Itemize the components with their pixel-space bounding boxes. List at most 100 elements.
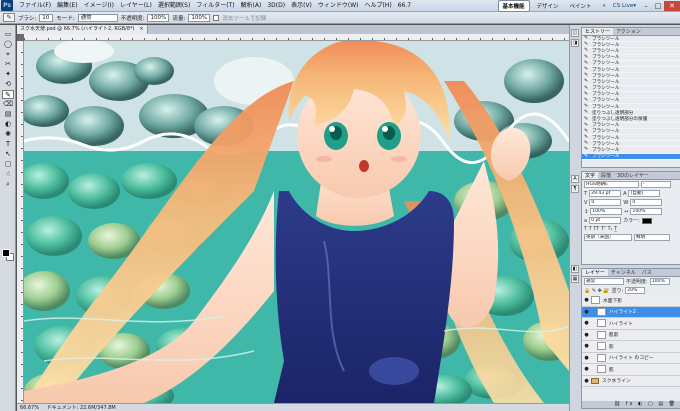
cs-live-button[interactable]: CS Live▾ [613, 3, 636, 9]
eye-icon[interactable]: ● [582, 366, 591, 372]
tracking-field[interactable]: 0 [630, 199, 663, 206]
blend-mode-select[interactable]: 通常 [584, 278, 624, 285]
status-zoom[interactable]: 66.67% [20, 405, 39, 411]
lasso-tool-icon[interactable]: ◯ [2, 40, 14, 49]
leading-field[interactable]: (自動) [628, 190, 661, 197]
lock-icons[interactable]: 🔒 ✎ ✥ 🔐 [584, 288, 610, 294]
vertical-ruler[interactable] [17, 41, 24, 403]
eye-icon[interactable]: ● [582, 343, 591, 349]
zoom-tool-icon[interactable]: ⌕ [2, 180, 14, 189]
layer-row[interactable]: ● ハイライト [582, 318, 680, 330]
font-style-select[interactable]: - [641, 181, 671, 188]
hand-tool-icon[interactable]: ☝ [2, 170, 14, 179]
canvas[interactable] [24, 41, 569, 403]
workspace-more-button[interactable]: » [599, 2, 610, 10]
type-tool-icon[interactable]: T [2, 140, 14, 149]
pen-tool-icon[interactable]: ✺ [2, 130, 14, 139]
document-tab-close-icon[interactable]: × [139, 25, 143, 34]
layer-row[interactable]: ● 肌影 [582, 329, 680, 341]
horizontal-ruler[interactable] [24, 34, 569, 41]
font-size-field[interactable]: 29.43 pt [589, 190, 622, 197]
tab-3d-layer[interactable]: 3Dのレイヤー [614, 172, 652, 179]
close-icon[interactable]: ✕ [664, 0, 680, 11]
layer-row[interactable]: ● 影 [582, 341, 680, 353]
document-tab[interactable]: スク水天使.psd @ 66.7% (ハイライト2, RGB/8*) × [17, 25, 148, 34]
eye-icon[interactable]: ● [582, 332, 591, 338]
language-select[interactable]: 英語（米国） [584, 234, 632, 241]
opacity-field[interactable]: 100% [147, 13, 170, 22]
menu-window[interactable]: ウィンドウ(W) [315, 0, 362, 12]
paragraph-panel-icon[interactable]: ¶ [571, 185, 579, 193]
baseline-shift-field[interactable]: 0 pt [589, 217, 622, 224]
eye-icon[interactable]: ● [582, 355, 591, 361]
menu-image[interactable]: イメージ(I) [81, 0, 117, 12]
menu-file[interactable]: ファイル(F) [16, 0, 54, 12]
eye-icon[interactable]: ● [582, 309, 591, 315]
history-brush-tool-icon[interactable]: ⟲ [2, 80, 14, 89]
workspace-design-button[interactable]: デザイン [533, 1, 563, 11]
quick-select-tool-icon[interactable]: ⌖ [2, 50, 14, 59]
horizontal-scale-field[interactable]: 100% [630, 208, 663, 215]
layer-fill-field[interactable]: 20% [625, 287, 646, 294]
crop-tool-icon[interactable]: ✂ [2, 60, 14, 69]
anti-alias-select[interactable]: 鮮明 [634, 234, 670, 241]
menu-view[interactable]: 表示(V) [288, 0, 315, 12]
tab-layers[interactable]: レイヤー [582, 269, 608, 276]
menu-3d[interactable]: 3D(D) [264, 0, 288, 12]
dodge-tool-icon[interactable]: ◐ [2, 120, 14, 129]
vertical-scale-field[interactable]: 100% [590, 208, 623, 215]
path-select-tool-icon[interactable]: ↖ [2, 150, 14, 159]
mode-select[interactable]: 通常 [77, 13, 118, 22]
history-panel-icon[interactable]: ◫ [571, 29, 579, 37]
menu-filter[interactable]: フィルター(T) [193, 0, 237, 12]
brush-tool-icon[interactable]: ✎ [2, 90, 14, 99]
layers-panel-icon[interactable]: ◧ [571, 265, 579, 273]
layer-row[interactable]: ● スク水ライン [582, 375, 680, 387]
shape-tool-icon[interactable]: ▢ [2, 160, 14, 169]
maximize-icon[interactable]: □ [652, 1, 664, 11]
history-item[interactable]: ✎ ブラシツール [582, 153, 680, 160]
foreground-color-swatch[interactable] [2, 249, 10, 257]
tab-paths[interactable]: パス [639, 269, 655, 276]
minimize-icon[interactable]: – [640, 1, 652, 11]
menu-help[interactable]: ヘルプ(H) [362, 0, 395, 12]
text-style-buttons-icon[interactable]: T T TT Tᵀ T₁ T̲ [584, 226, 617, 232]
marquee-tool-icon[interactable]: ▭ [2, 30, 14, 39]
channels-panel-icon[interactable]: ▦ [571, 275, 579, 283]
zoom-level-field[interactable]: 66.7 [395, 0, 414, 12]
layer-row[interactable]: ● 肌 [582, 364, 680, 376]
menu-select[interactable]: 選択範囲(S) [155, 0, 194, 12]
eraser-tool-icon[interactable]: ⌫ [2, 100, 14, 109]
tab-character[interactable]: 文字 [582, 172, 599, 179]
menu-layer[interactable]: レイヤー(L) [117, 0, 155, 12]
font-family-select[interactable]: HGS明朝E [584, 181, 639, 188]
workspace-essentials-button[interactable]: 基本機能 [497, 0, 530, 12]
tab-paragraph[interactable]: 段落 [598, 172, 614, 179]
tab-actions[interactable]: アクション [613, 28, 644, 35]
flow-field[interactable]: 100% [188, 13, 211, 22]
brush-tool-icon[interactable]: ✎ [3, 13, 15, 22]
eye-icon[interactable]: ● [582, 320, 591, 326]
layer-actions-bar[interactable]: ⛓ fx ◐ ▢ ▤ 🗑 [582, 401, 680, 408]
layer-thumbnail [597, 319, 606, 328]
layer-row[interactable]: ● ハイライト2 [582, 306, 680, 318]
menu-edit[interactable]: 編集(E) [54, 0, 80, 12]
eye-icon[interactable]: ● [582, 378, 591, 384]
brush-size-picker[interactable]: 10 [39, 13, 54, 22]
layer-row[interactable]: ● ハイライト のコピー [582, 352, 680, 364]
eye-icon[interactable]: ● [582, 297, 591, 303]
airbrush-checkbox[interactable] [213, 14, 220, 21]
text-color-swatch[interactable] [641, 217, 652, 224]
menu-analysis[interactable]: 解析(A) [238, 0, 265, 12]
kerning-field[interactable]: 0 [589, 199, 622, 206]
history-item-label: ブラシツール [592, 67, 620, 73]
tab-history[interactable]: ヒストリー [582, 28, 614, 35]
actions-panel-icon[interactable]: ◨ [571, 39, 579, 47]
gradient-tool-icon[interactable]: ▤ [2, 110, 14, 119]
workspace-paint-button[interactable]: ペイント [566, 1, 596, 11]
character-panel-icon[interactable]: A [571, 175, 579, 183]
tab-channels[interactable]: チャンネル [608, 269, 639, 276]
layer-row[interactable]: ● 水面下影 [582, 295, 680, 307]
layer-opacity-field[interactable]: 100% [649, 278, 670, 285]
healing-tool-icon[interactable]: ✦ [2, 70, 14, 79]
